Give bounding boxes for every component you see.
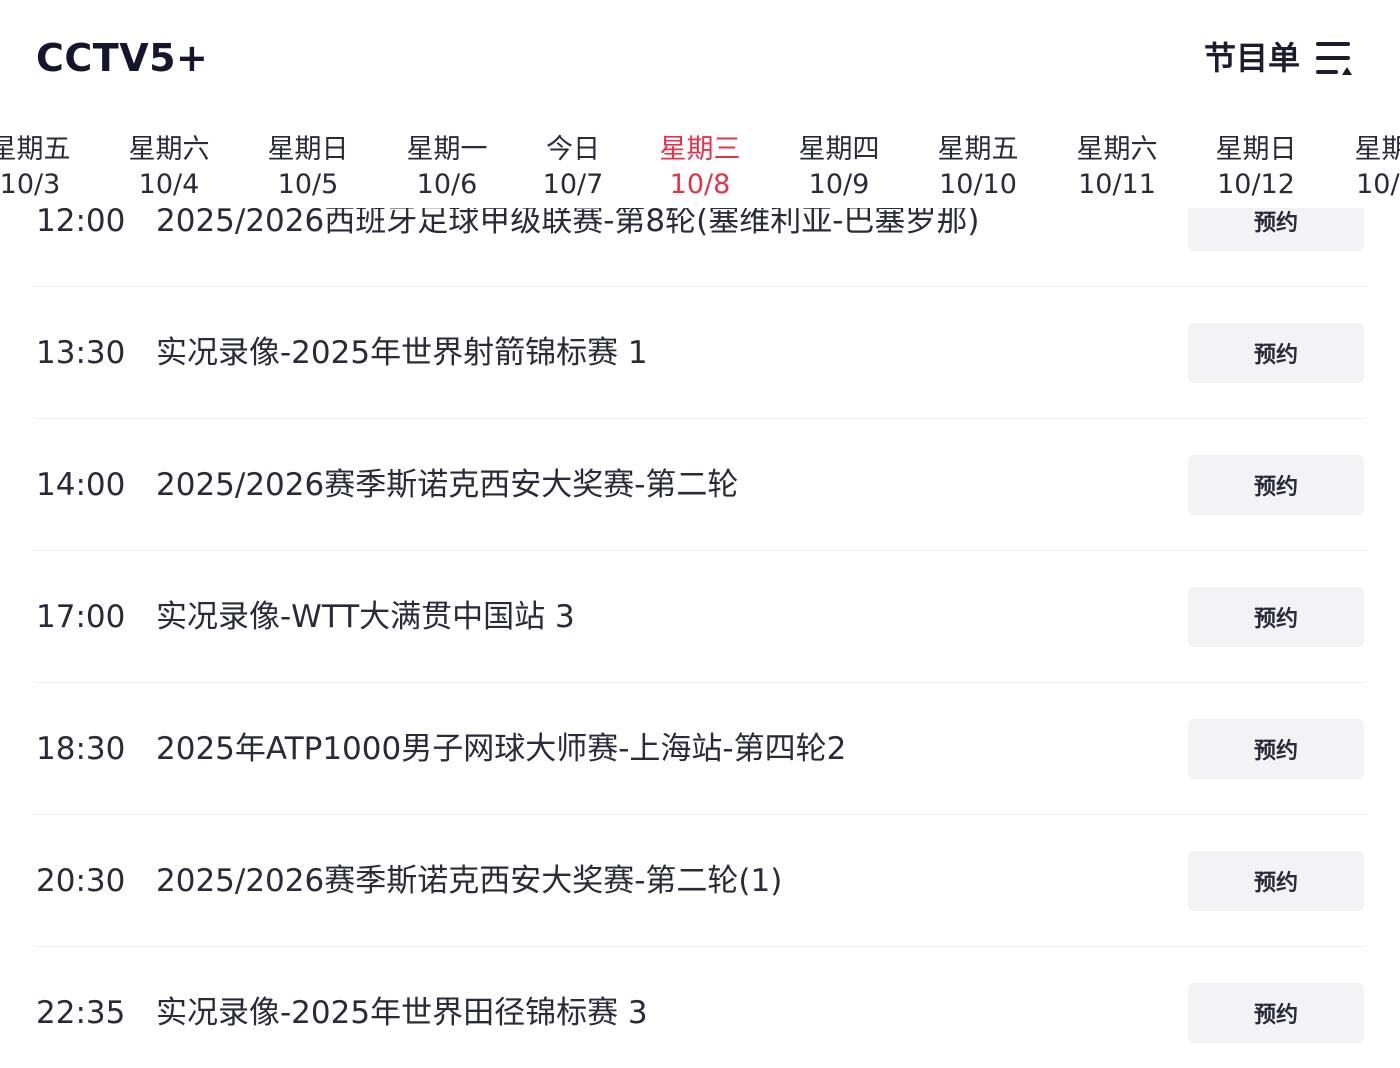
program-title: 实况录像-2025年世界田径锦标赛 3 [156,995,648,1031]
reserve-button[interactable]: 预约 [1188,323,1364,383]
reserve-button[interactable]: 预约 [1188,208,1364,251]
date-tab-10-5[interactable]: 星期日 10/5 [248,132,368,202]
program-time: 13:30 [36,335,126,371]
schedule-list: 12:00 2025/2026西班牙足球甲级联赛-第8轮(塞维利亚-巴塞罗那) … [0,208,1400,1068]
program-time: 17:00 [36,599,126,635]
date-tab-weekday: 星期四 [798,134,880,165]
date-tab-date: 10/12 [1217,169,1295,200]
date-tab-weekday: 星期六 [128,134,210,165]
reserve-button[interactable]: 预约 [1188,455,1364,515]
date-tab-10-6[interactable]: 星期一 10/6 [387,132,507,202]
date-tab-today[interactable]: 今日 10/7 [513,132,633,202]
date-tab-date: 10/9 [808,169,870,200]
date-tab-10-11[interactable]: 星期六 10/11 [1057,132,1177,202]
program-row: 12:00 2025/2026西班牙足球甲级联赛-第8轮(塞维利亚-巴塞罗那) … [0,208,1400,287]
date-tab-date: 10/4 [138,169,200,200]
date-tab-date: 10/3 [0,169,61,200]
program-row: 14:00 2025/2026赛季斯诺克西安大奖赛-第二轮 预约 [0,419,1400,551]
program-time: 20:30 [36,863,126,899]
program-time: 14:00 [36,467,126,503]
date-tab-10-9[interactable]: 星期四 10/9 [779,132,899,202]
date-tab-10-3[interactable]: 星期五 10/3 [0,132,90,202]
date-tab-date: 10/7 [542,169,604,200]
date-tab-weekday: 星期日 [267,134,349,165]
reserve-button[interactable]: 预约 [1188,719,1364,779]
program-guide-button[interactable]: 节目单 [1204,36,1354,80]
program-row: 20:30 2025/2026赛季斯诺克西安大奖赛-第二轮(1) 预约 [0,815,1400,947]
program-time: 18:30 [36,731,126,767]
date-tab-date: 10/11 [1078,169,1156,200]
date-tab-weekday: 星期六 [1076,134,1158,165]
date-tab-bar: 星期五 10/3 星期六 10/4 星期日 10/5 星期一 10/6 今日 1… [0,124,1400,208]
program-title: 2025/2026赛季斯诺克西安大奖赛-第二轮(1) [156,863,783,899]
schedule-list-viewport[interactable]: 12:00 2025/2026西班牙足球甲级联赛-第8轮(塞维利亚-巴塞罗那) … [0,208,1400,1068]
program-row: 13:30 实况录像-2025年世界射箭锦标赛 1 预约 [0,287,1400,419]
date-tab-weekday: 星期五 [937,134,1019,165]
date-tab-10-8-selected[interactable]: 星期三 10/8 [640,132,760,202]
program-time: 22:35 [36,995,126,1031]
date-tab-weekday: 星期一 [406,134,488,165]
date-tab-date: 10/6 [416,169,478,200]
program-row: 22:35 实况录像-2025年世界田径锦标赛 3 预约 [0,947,1400,1068]
date-tab-weekday: 星期一 [1354,134,1400,165]
reserve-button[interactable]: 预约 [1188,587,1364,647]
reserve-button[interactable]: 预约 [1188,983,1364,1043]
header: CCTV5+ 节目单 [0,0,1400,118]
date-tab-date: 10/13 [1356,169,1400,200]
program-title: 2025年ATP1000男子网球大师赛-上海站-第四轮2 [156,731,847,767]
program-title: 实况录像-2025年世界射箭锦标赛 1 [156,335,648,371]
date-tab-weekday: 星期日 [1215,134,1297,165]
date-tab-10-4[interactable]: 星期六 10/4 [109,132,229,202]
date-tab-date: 10/5 [277,169,339,200]
channel-title: CCTV5+ [36,36,209,80]
program-row: 17:00 实况录像-WTT大满贯中国站 3 预约 [0,551,1400,683]
program-title: 实况录像-WTT大满贯中国站 3 [156,599,575,635]
date-tab-10-12[interactable]: 星期日 10/12 [1196,132,1316,202]
date-tab-10-10[interactable]: 星期五 10/10 [918,132,1038,202]
date-tab-weekday: 星期五 [0,134,71,165]
reserve-button[interactable]: 预约 [1188,851,1364,911]
program-time: 12:00 [36,208,126,239]
program-title: 2025/2026西班牙足球甲级联赛-第8轮(塞维利亚-巴塞罗那) [156,208,980,239]
program-title: 2025/2026赛季斯诺克西安大奖赛-第二轮 [156,467,739,503]
date-tab-weekday: 星期三 [659,134,741,165]
date-tab-weekday: 今日 [546,134,600,165]
date-tab-date: 10/10 [939,169,1017,200]
program-row: 18:30 2025年ATP1000男子网球大师赛-上海站-第四轮2 预约 [0,683,1400,815]
date-tab-date: 10/8 [669,169,731,200]
date-tab-10-13[interactable]: 星期一 10/13 [1335,132,1400,202]
program-guide-label: 节目单 [1203,39,1300,77]
list-icon [1316,42,1352,75]
